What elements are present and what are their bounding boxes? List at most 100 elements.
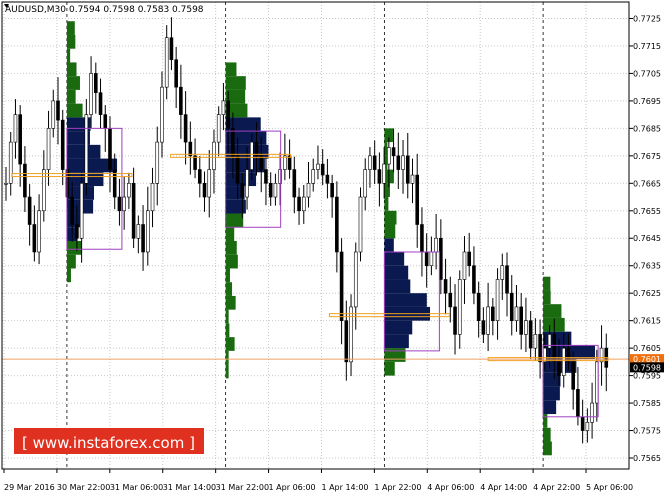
candle-body [174, 59, 178, 88]
candle-body [18, 114, 22, 165]
candle-body [491, 306, 495, 321]
candle-body [486, 306, 490, 335]
candle-body [32, 224, 37, 253]
profile-bar [225, 323, 230, 338]
profile-bar [66, 34, 76, 49]
y-tick-label: 0.7585 [633, 399, 661, 408]
candle-body [27, 196, 32, 225]
profile-bar [225, 213, 244, 228]
candle-body [349, 306, 353, 363]
x-tick-label: 4 Apr 14:00 [480, 483, 527, 492]
y-tick-label: 0.7655 [633, 207, 661, 216]
profile-bar [66, 89, 76, 104]
candle-body [89, 73, 93, 115]
candle-body [37, 210, 41, 253]
candle-body [580, 416, 585, 431]
y-tick-label: 0.7635 [633, 262, 661, 271]
profile-bar [543, 427, 551, 442]
candle-body [448, 292, 453, 308]
candle-body [377, 169, 382, 184]
candle-body [429, 251, 434, 267]
candle-body [46, 128, 51, 170]
profile-bar [543, 290, 551, 305]
profile-bar [384, 293, 427, 307]
candle-body [481, 320, 486, 335]
candle-body [235, 155, 240, 184]
candle-body [297, 196, 301, 212]
candle-body [514, 306, 519, 321]
candle-body [103, 114, 108, 129]
candle-body [207, 169, 212, 198]
candle-body [316, 163, 320, 170]
x-tick-label: 1 Apr 14:00 [321, 483, 368, 492]
candle-body [306, 183, 311, 198]
candle-body [372, 155, 377, 170]
y-tick-label: 0.7715 [633, 42, 661, 51]
candle-body [283, 155, 287, 170]
candle-body [79, 183, 84, 239]
candle-body [410, 174, 415, 184]
profile-bar [543, 386, 560, 401]
candle-body [23, 163, 27, 198]
profile-bar [66, 240, 82, 255]
candle-body [472, 265, 476, 294]
candle-body [216, 114, 221, 143]
candle-body [330, 183, 334, 198]
candle-body [557, 361, 561, 376]
candle-body [183, 114, 188, 143]
candle-body [117, 196, 122, 212]
candle-body [226, 100, 230, 129]
y-tick-label: 0.7675 [633, 152, 661, 161]
candle-body [339, 251, 344, 321]
candle-body [585, 421, 590, 431]
candle-body [42, 169, 46, 212]
profile-bar [543, 331, 572, 346]
y-tick-label: 0.7685 [633, 124, 661, 133]
y-tick-label: 0.7705 [633, 69, 661, 78]
candle-body [264, 169, 268, 184]
profile-bar [384, 210, 397, 225]
candle-body [543, 347, 547, 363]
y-tick-label: 0.7665 [633, 179, 661, 188]
x-tick-label: 30 Mar 22:00 [57, 483, 110, 492]
candle-body [127, 183, 131, 198]
candle-body [462, 251, 467, 280]
candle-body [273, 183, 278, 198]
profile-bar [225, 337, 235, 351]
candle-body [287, 155, 292, 170]
candle-body [164, 37, 169, 88]
candle-body [420, 224, 424, 253]
candle-body [179, 86, 183, 115]
price-chart[interactable]: 0.7725 0.7715 0.7705 0.7695 0.7685 0.7675 0.76… [0, 0, 664, 498]
candle-body [160, 86, 164, 143]
candle-body [13, 114, 18, 143]
candle-body [202, 183, 207, 198]
candle-body [415, 174, 420, 225]
profile-bar [225, 268, 230, 283]
profile-bar [384, 197, 389, 211]
candle-body [8, 141, 13, 184]
candle-body [60, 119, 65, 170]
candle-body [254, 141, 259, 157]
profile-bar [225, 350, 229, 365]
y-tick-label: 0.7645 [633, 234, 661, 243]
y-tick-label: 0.7595 [633, 372, 661, 381]
x-tick-label: 31 Mar 06:00 [110, 483, 163, 492]
x-tick-label: 4 Apr 06:00 [427, 483, 474, 492]
candle-body [193, 155, 197, 170]
candle-body [188, 141, 193, 157]
candle-body [576, 389, 580, 418]
candle-body [75, 224, 79, 239]
candle-body [320, 163, 325, 176]
profile-bar [225, 254, 238, 269]
profile-bar [225, 117, 261, 132]
candle-body [590, 402, 594, 423]
profile-bar [543, 304, 562, 318]
x-tick-label: 5 Apr 06:00 [586, 483, 633, 492]
candle-body [141, 224, 145, 253]
candle-body [424, 251, 429, 267]
profile-bar [384, 251, 405, 266]
candle-body [509, 292, 514, 321]
profile-bar [66, 76, 80, 90]
candle-body [249, 141, 254, 170]
